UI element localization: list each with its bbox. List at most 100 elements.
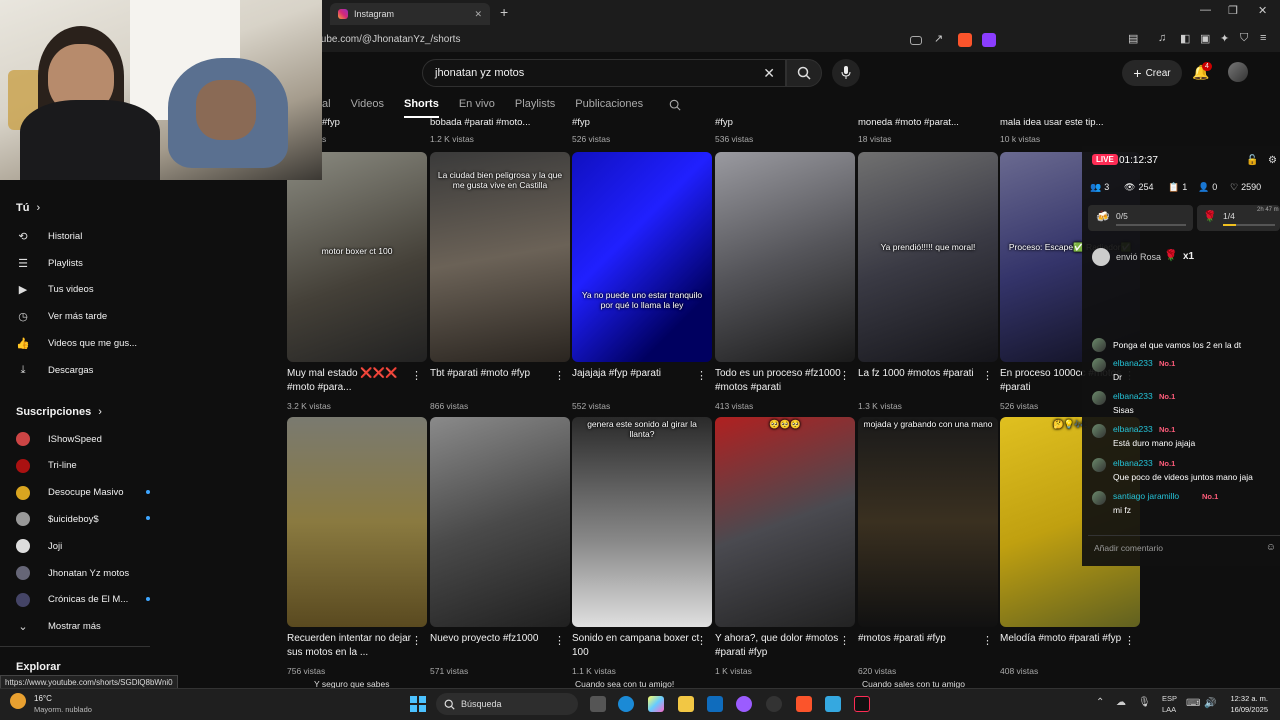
channel-search-icon[interactable] — [669, 99, 681, 111]
chat-username[interactable]: elbana233 — [1113, 458, 1153, 468]
search-button[interactable] — [786, 59, 822, 87]
short-thumbnail[interactable]: Ya no puede uno estar tranquilo por qué … — [572, 152, 712, 362]
subscriptions-header[interactable]: Suscripciones › — [16, 406, 102, 418]
maximize-button[interactable]: ❐ — [1228, 4, 1238, 17]
tab-all[interactable]: al — [322, 98, 331, 118]
goal-card-2[interactable]: 🌹 1/4 2h 47 m — [1197, 205, 1280, 231]
tray-chevron-icon[interactable]: ⌃ — [1096, 697, 1104, 708]
sidebar-item-videos-que-me-gus-[interactable]: 👍 Videos que me gus... — [16, 337, 156, 350]
short-title[interactable]: #fyp — [572, 117, 590, 128]
chat-username[interactable]: elbana233 — [1113, 424, 1153, 434]
app-icon[interactable] — [736, 696, 752, 712]
more-options-icon[interactable]: ⋮ — [982, 634, 993, 647]
task-view-icon[interactable] — [590, 696, 606, 712]
volume-icon[interactable]: 🔊 — [1204, 698, 1216, 709]
sidebar-item-historial[interactable]: ⟲ Historial — [16, 230, 156, 243]
vpn-icon[interactable]: ⛉ — [1240, 32, 1248, 45]
comment-input[interactable]: Añadir comentario ☺ — [1088, 535, 1280, 559]
short-title[interactable]: Y ahora?, que dolor #motos #parati #fyp — [715, 632, 843, 660]
subscription-item[interactable]: IShowSpeed — [16, 432, 156, 446]
tab-videos[interactable]: Videos — [351, 98, 384, 118]
subscription-item[interactable]: Crónicas de El M... — [16, 592, 156, 607]
short-title[interactable]: Jajajaja #fyp #parati — [572, 367, 700, 381]
brave-icon[interactable] — [796, 696, 812, 712]
tab-posts[interactable]: Publicaciones — [575, 98, 643, 118]
clear-search-icon[interactable]: ✕ — [763, 65, 775, 82]
tab-playlists[interactable]: Playlists — [515, 98, 555, 118]
mic-tray-icon[interactable]: 🎙 — [1138, 697, 1151, 708]
more-options-icon[interactable]: ⋮ — [1124, 634, 1135, 647]
brave-rewards-icon[interactable] — [982, 33, 996, 47]
short-title[interactable]: Todo es un proceso #fz1000 #motos #parat… — [715, 367, 843, 395]
short-title[interactable]: Muy mal estado ❌❌❌ #moto #para... — [287, 367, 415, 395]
short-title[interactable]: Tbt #parati #moto #fyp — [430, 367, 558, 381]
tab-shorts[interactable]: Shorts — [404, 98, 439, 118]
app-icon-2[interactable] — [825, 696, 841, 712]
short-thumbnail[interactable] — [430, 417, 570, 627]
short-title[interactable]: bobada #parati #moto... — [430, 117, 530, 128]
file-explorer-icon[interactable] — [678, 696, 694, 712]
outlook-icon[interactable] — [707, 696, 723, 712]
more-options-icon[interactable]: ⋮ — [696, 634, 707, 647]
windows-start-icon[interactable] — [410, 696, 426, 712]
short-thumbnail[interactable]: mojada y grabando con una mano — [858, 417, 998, 627]
browser-tab[interactable]: Instagram ✕ — [330, 3, 490, 25]
you-section-header[interactable]: Tú › — [16, 202, 40, 214]
subscription-item[interactable]: Jhonatan Yz motos — [16, 566, 156, 580]
sidebar-item-descargas[interactable]: ⤓ Descargas — [16, 364, 156, 377]
short-title[interactable]: Nuevo proyecto #fz1000 — [430, 632, 558, 646]
minimize-button[interactable]: — — [1200, 4, 1211, 16]
short-title[interactable]: mala idea usar este tip... — [1000, 117, 1104, 128]
short-title[interactable]: #fyp — [715, 117, 733, 128]
taskbar-search[interactable]: Búsqueda — [436, 693, 578, 715]
short-title[interactable]: #fyp — [322, 117, 340, 128]
reader-icon[interactable]: ▤ — [1128, 32, 1138, 45]
goal-card-1[interactable]: 🍻 0/5 — [1088, 205, 1193, 231]
copilot-icon[interactable] — [648, 696, 664, 712]
short-thumbnail[interactable] — [715, 152, 855, 362]
chat-username[interactable]: santiago jaramillo — [1113, 491, 1179, 501]
subscription-item[interactable]: Desocupe Masivo — [16, 485, 156, 500]
short-title[interactable]: moneda #moto #parat... — [858, 117, 959, 128]
chat-username[interactable]: elbana233 — [1113, 391, 1153, 401]
new-tab-button[interactable]: + — [500, 4, 508, 20]
chat-username[interactable]: elbana233 — [1113, 358, 1153, 368]
short-thumbnail[interactable]: genera este sonido al girar la llanta? — [572, 417, 712, 627]
short-title[interactable]: Melodía #moto #parati #fyp — [1000, 632, 1128, 646]
lock-icon[interactable]: 🔓 — [1246, 155, 1258, 166]
network-icon[interactable]: ⌨ — [1186, 698, 1200, 709]
more-options-icon[interactable]: ⋮ — [411, 634, 422, 647]
short-thumbnail[interactable]: Ya prendió!!!!! que moral! — [858, 152, 998, 362]
short-thumbnail[interactable]: 🥺🥺🥺 — [715, 417, 855, 627]
short-title[interactable]: #motos #parati #fyp — [858, 632, 986, 646]
obs-icon[interactable] — [766, 696, 782, 712]
short-thumbnail[interactable]: motor boxer ct 100 — [287, 152, 427, 362]
short-thumbnail[interactable]: La ciudad bien peligrosa y la que me gus… — [430, 152, 570, 362]
short-title[interactable]: La fz 1000 #motos #parati — [858, 367, 986, 381]
leo-icon[interactable]: ✦ — [1220, 32, 1229, 45]
voice-search-button[interactable] — [832, 59, 860, 87]
search-input[interactable]: jhonatan yz motos ✕ — [422, 59, 786, 87]
cast-icon[interactable] — [910, 36, 922, 45]
lang-indicator[interactable]: ESP — [1162, 694, 1177, 703]
more-options-icon[interactable]: ⋮ — [696, 369, 707, 382]
more-options-icon[interactable]: ⋮ — [554, 634, 565, 647]
emoji-icon[interactable]: ☺ — [1266, 542, 1276, 553]
menu-icon[interactable]: ≡ — [1260, 32, 1266, 44]
more-options-icon[interactable]: ⋮ — [982, 369, 993, 382]
short-title[interactable]: Recuerden intentar no dejar sus motos en… — [287, 632, 415, 660]
subscription-item[interactable]: Joji — [16, 539, 156, 554]
brave-shield-icon[interactable] — [958, 33, 972, 47]
sidebar-item-playlists[interactable]: ☰ Playlists — [16, 257, 156, 270]
short-thumbnail[interactable] — [287, 417, 427, 627]
wallet-icon[interactable]: ▣ — [1200, 32, 1210, 45]
more-options-icon[interactable]: ⋮ — [554, 369, 565, 382]
sidebar-icon[interactable]: ◧ — [1180, 32, 1190, 45]
show-more-button[interactable]: ⌄ Mostrar más — [16, 620, 156, 633]
more-options-icon[interactable]: ⋮ — [411, 369, 422, 382]
close-window-button[interactable]: ✕ — [1258, 4, 1267, 17]
music-icon[interactable]: ♫ — [1158, 32, 1166, 44]
close-tab-icon[interactable]: ✕ — [474, 9, 482, 20]
sidebar-item-tus-videos[interactable]: ▶ Tus videos — [16, 283, 156, 296]
subscription-item[interactable]: $uicideboy$ — [16, 512, 156, 527]
